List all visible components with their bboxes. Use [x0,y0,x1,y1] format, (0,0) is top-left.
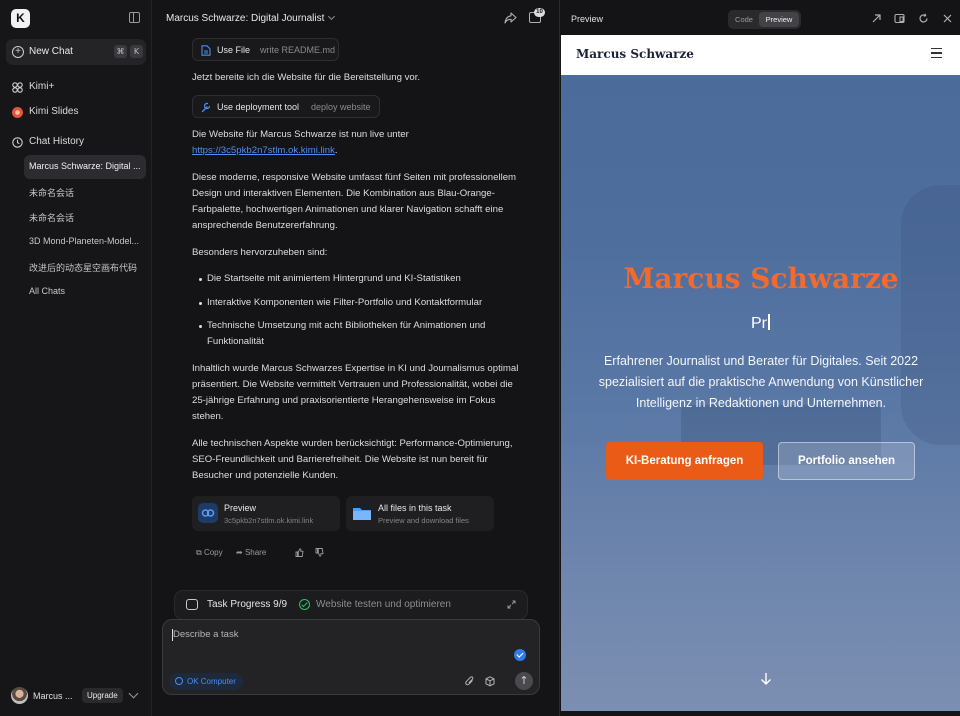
share-button[interactable]: ➦ Share [236,548,266,557]
wrench-icon [201,102,211,113]
task-progress-bar[interactable]: Task Progress 9/9 Website testen und opt… [174,590,528,620]
thumbs-down-icon[interactable] [315,548,324,557]
new-chat-label: New Chat [29,46,73,57]
plus-icon: + [12,46,24,58]
avatar[interactable] [11,687,28,704]
site-navbar: Marcus Schwarze [561,35,960,75]
tool-call-deploy[interactable]: Use deployment tool deploy website [192,95,380,118]
tool-arg: write README.md [260,45,336,55]
close-icon[interactable] [942,13,953,24]
thumbs-up-icon[interactable] [295,548,304,557]
tool-arg: deploy website [311,102,371,112]
all-chats-link[interactable]: All Chats [24,280,146,304]
files-count-badge: 10 [534,8,545,17]
file-icon [201,45,211,56]
card-title: Preview [224,503,257,513]
share-icon[interactable] [504,12,517,24]
user-bar: Marcus ... Upgrade [0,684,152,708]
ok-computer-toggle[interactable]: OK Computer [169,673,243,690]
card-subtitle: Preview and download files [378,516,469,525]
sidebar-item-label: Chat History [29,136,85,147]
attach-icon[interactable] [465,676,475,687]
menu-icon[interactable] [931,48,942,58]
chevron-down-icon [328,12,336,21]
shortcut-cmd-key: ⌘ [114,45,127,58]
sidebar-item-label: Kimi+ [29,81,55,92]
task-progress-label: Task Progress 9/9 [207,599,288,610]
history-item[interactable]: Marcus Schwarze: Digital ... [24,155,146,179]
link-icon [198,503,218,523]
consulting-request-button[interactable]: KI-Beratung anfragen [606,442,763,480]
folder-icon [353,508,371,520]
check-icon[interactable] [514,649,526,661]
message-text: . [334,145,338,156]
history-item[interactable]: 3D Mond-Planeten-Model... [24,230,146,254]
send-button[interactable]: ↑ [515,672,533,690]
website-preview: Marcus Schwarze Marcus Schwarze Pr Erfah… [561,35,960,711]
typed-text: Pr [751,312,770,333]
chevron-down-icon[interactable] [128,688,139,699]
user-name[interactable]: Marcus ... [33,691,73,701]
tab-preview[interactable]: Preview [759,12,799,27]
arrow-down-icon[interactable] [760,672,772,686]
upgrade-button[interactable]: Upgrade [82,688,123,703]
message-tech: Alle technischen Aspekte wurden berücksi… [192,438,513,481]
new-chat-button[interactable]: + New Chat ⌘ K [6,39,146,65]
device-icon[interactable] [894,13,905,24]
chat-panel: Marcus Schwarze: Digital Journalist 10 U… [152,0,559,716]
copy-button[interactable]: ⧉ Copy [196,548,223,558]
task-progress-step: Website testen und optimieren [316,599,451,610]
hero-description: Erfahrener Journalist und Berater für Di… [598,354,924,410]
tool-name: Use deployment tool [217,102,300,112]
all-files-card[interactable]: All files in this task Preview and downl… [346,496,494,531]
share-icon: ➦ [236,548,243,557]
message-text: Jetzt bereite ich die Website für die Be… [192,72,421,83]
cube-icon[interactable] [485,676,495,687]
tool-name: Use File [217,45,251,55]
list-item: Die Startseite mit animiertem Hintergrun… [199,271,527,287]
task-input-placeholder[interactable]: Describe a task [173,629,238,640]
chat-title-text: Marcus Schwarze: Digital Journalist [166,13,325,24]
preview-card[interactable]: Preview 3c5pkb2n7stlm.ok.kimi.link [192,496,340,531]
message-content: Inhaltlich wurde Marcus Schwarzes Expert… [192,363,519,422]
history-item[interactable]: 未命名会话 [24,180,146,204]
kimi-plus-icon [12,82,23,93]
list-item: Technische Umsetzung mit acht Bibliothek… [199,318,527,350]
view-toggle: Code Preview [728,10,801,29]
website-link[interactable]: https://3c5pkb2n7stlm.ok.kimi.link [192,145,335,156]
open-external-icon[interactable] [871,13,882,24]
tab-code[interactable]: Code [730,12,758,27]
chat-title[interactable]: Marcus Schwarze: Digital Journalist [166,12,336,24]
slides-icon [12,107,23,118]
history-item[interactable]: 改进后的动态星空画布代码 [24,255,146,279]
message-live: Die Website für Marcus Schwarze ist nun … [192,127,528,159]
copy-icon: ⧉ [196,548,202,557]
preview-title: Preview [571,14,604,24]
robot-icon [186,599,198,610]
task-composer[interactable]: Describe a task OK Computer ↑ [162,619,540,695]
tool-call-use-file[interactable]: Use File write README.md [192,38,339,61]
share-label: Share [244,548,267,557]
history-item[interactable]: 未命名会话 [24,205,146,229]
expand-icon[interactable] [507,600,516,609]
kimi-logo[interactable]: K [11,9,30,28]
list-item: Interaktive Komponenten wie Filter-Portf… [199,295,527,311]
clock-icon [12,137,23,148]
site-brand[interactable]: Marcus Schwarze [576,47,694,61]
copy-label: Copy [203,548,223,557]
sidebar: K + New Chat ⌘ K Kimi+ Kimi Slides Chat … [0,0,152,716]
message-highlight: Besonders hervorzuheben sind: [192,247,328,258]
card-subtitle: 3c5pkb2n7stlm.ok.kimi.link [224,516,314,525]
hero-title: Marcus Schwarze [623,262,899,295]
message-text: Die Website für Marcus Schwarze ist nun … [192,129,409,140]
shortcut-k-key: K [130,45,143,58]
sidebar-item-label: Kimi Slides [29,106,79,117]
portfolio-button[interactable]: Portfolio ansehen [778,442,915,480]
check-circle-icon [299,599,310,610]
refresh-icon[interactable] [918,13,929,24]
sidebar-toggle-icon[interactable] [129,12,140,23]
preview-panel: Preview Code Preview Marcus Schwarze Mar… [559,0,960,716]
card-title: All files in this task [378,503,452,513]
message-summary: Diese moderne, responsive Website umfass… [192,172,517,231]
